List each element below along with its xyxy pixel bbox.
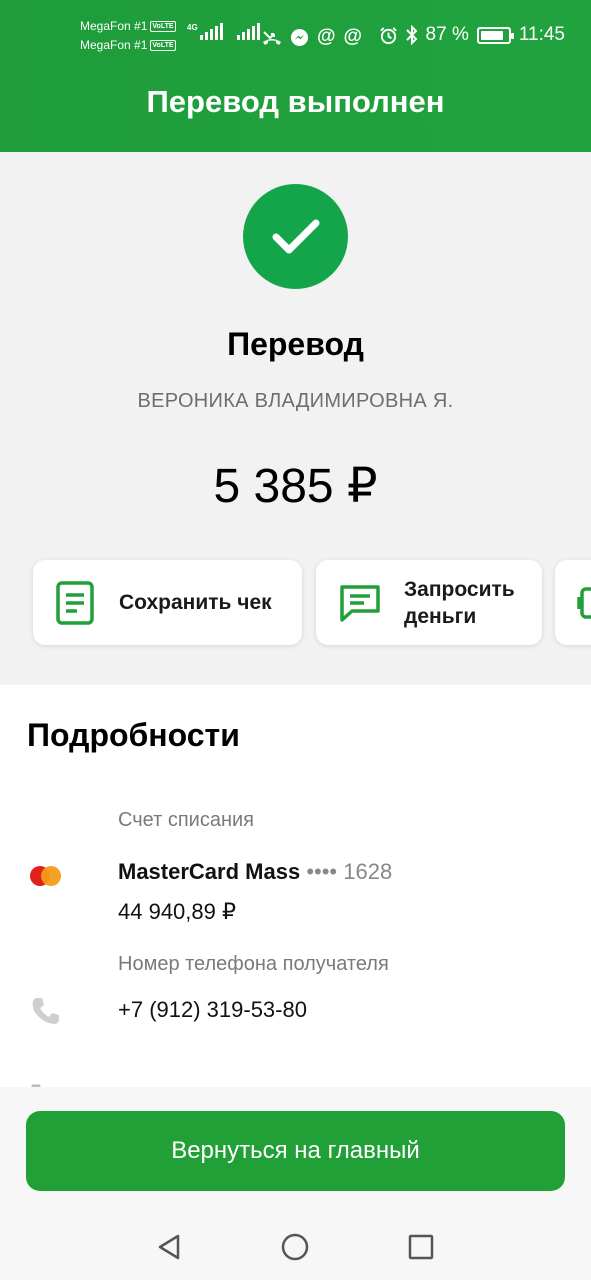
- signal-indicators: 4G: [187, 23, 260, 40]
- volte-badge: VoLTE: [150, 40, 176, 51]
- system-navigation-bar: [0, 1214, 591, 1280]
- recipient-phone: +7 (912) 319-53-80: [118, 997, 307, 1022]
- phone-icon: [32, 998, 59, 1024]
- recipient-name: ВЕРОНИКА ВЛАДИМИРОВНА Я.: [137, 390, 454, 412]
- top-bar: MegaFon #1 VoLTE MegaFon #1 VoLTE 4G @ @ 8…: [0, 0, 591, 152]
- carrier-name: MegaFon #1: [80, 19, 148, 33]
- status-bar: MegaFon #1 VoLTE MegaFon #1 VoLTE 4G @ @ 8…: [0, 0, 591, 60]
- carrier-info: MegaFon #1 VoLTE MegaFon #1 VoLTE: [80, 17, 176, 55]
- email-icon: @: [343, 26, 363, 47]
- card-number-masked: •••• 1628: [306, 859, 393, 884]
- success-check-icon: [243, 184, 348, 289]
- card-name: MasterCard Mass: [118, 859, 301, 884]
- home-icon[interactable]: [280, 1232, 310, 1262]
- volte-badge: VoLTE: [150, 21, 176, 32]
- request-money-label: Запросить деньги: [404, 577, 515, 628]
- operation-title: Перевод: [227, 326, 364, 362]
- page-title: Перевод выполнен: [146, 84, 445, 119]
- details-title: Подробности: [27, 717, 240, 753]
- back-icon[interactable]: [154, 1232, 184, 1262]
- message-icon: [340, 584, 380, 622]
- signal-icon: [236, 23, 260, 40]
- missed-call-icon: [263, 31, 281, 45]
- clock: 11:45: [518, 24, 565, 45]
- request-money-button[interactable]: Запросить деньги: [316, 560, 542, 645]
- details-section: Подробности Счет списания MasterCard Mas…: [0, 685, 591, 1095]
- email-icon: @: [317, 26, 336, 47]
- battery-percent: 87 %: [425, 24, 469, 45]
- signal-icon: [199, 23, 223, 40]
- bluetooth-icon: [405, 25, 417, 45]
- card-name-row[interactable]: MasterCard Mass •••• 1628: [118, 859, 392, 885]
- notification-icons: @ @: [262, 26, 362, 48]
- system-status: 87 % 11:45: [379, 24, 565, 46]
- mastercard-icon: [30, 866, 62, 886]
- save-receipt-label: Сохранить чек: [119, 591, 272, 614]
- carrier-name: MegaFon #1: [80, 38, 148, 52]
- messenger-icon: [290, 28, 309, 46]
- more-action-button[interactable]: [555, 560, 591, 645]
- card-balance: 44 940,89 ₽: [118, 899, 236, 924]
- phone-label: Номер телефона получателя: [118, 953, 389, 975]
- network-type: 4G: [187, 23, 198, 32]
- battery-icon: [476, 26, 514, 44]
- return-home-button[interactable]: Вернуться на главный: [26, 1111, 565, 1191]
- more-action-icon: [577, 586, 591, 619]
- account-label: Счет списания: [118, 809, 254, 831]
- recents-icon[interactable]: [406, 1232, 436, 1262]
- receipt-icon: [56, 580, 94, 625]
- transfer-amount: 5 385 ₽: [213, 460, 378, 513]
- save-receipt-button[interactable]: Сохранить чек: [33, 560, 302, 645]
- alarm-icon: [379, 26, 397, 44]
